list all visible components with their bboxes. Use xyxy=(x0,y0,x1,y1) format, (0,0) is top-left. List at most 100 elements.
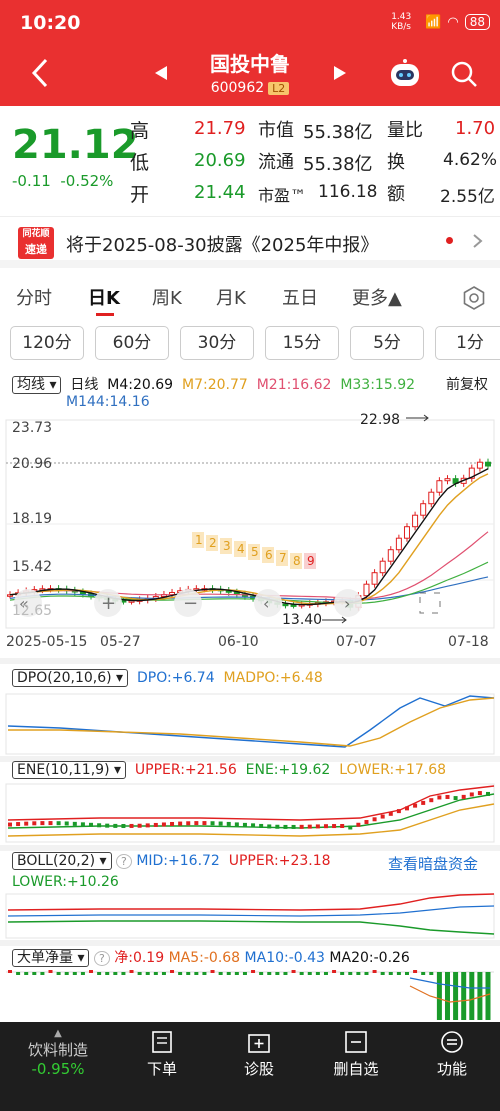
top-header: 10:20 1.43 KB/s 📶 ◠ 88 国投中鲁 600962 L2 xyxy=(0,0,500,106)
ene-candle xyxy=(48,821,53,826)
ene-candle xyxy=(80,822,85,827)
adjust-mode[interactable]: 前复权 xyxy=(446,374,488,394)
unread-dot-icon xyxy=(446,237,453,244)
boll-selector[interactable]: BOLL(20,2) ▾ xyxy=(12,852,112,870)
settings-icon[interactable] xyxy=(462,286,486,310)
tab-30min[interactable]: 30分 xyxy=(180,326,254,360)
bigorder-bar xyxy=(364,972,369,975)
last-price: 21.12 xyxy=(12,122,139,168)
ene-candle xyxy=(170,821,175,826)
wifi-icon: ◠ xyxy=(447,14,459,30)
bigorder-bar xyxy=(259,972,264,975)
search-icon[interactable] xyxy=(450,60,478,88)
order-label: 下单 xyxy=(146,1060,177,1078)
dark-pool-link[interactable]: 查看暗盘资金 xyxy=(388,853,478,874)
bigorder-chart[interactable] xyxy=(0,966,500,1022)
ene-candle xyxy=(24,821,29,826)
tab-120min[interactable]: 120分 xyxy=(10,326,84,360)
candle-body xyxy=(428,491,435,505)
ma21-line xyxy=(9,531,489,600)
nine-seq-number: 3 xyxy=(223,539,231,553)
ma-selector[interactable]: 均线 ▾ xyxy=(12,376,62,394)
chevron-right-icon xyxy=(473,234,483,248)
boll-chart[interactable] xyxy=(0,892,500,940)
diagnose-button[interactable]: 诊股 xyxy=(219,1030,299,1079)
order-button[interactable]: 下单 xyxy=(122,1030,202,1079)
bigorder-bar xyxy=(170,970,175,973)
boll-upper-value: UPPER:+23.18 xyxy=(228,853,331,869)
candle-body xyxy=(412,514,419,528)
tab-more[interactable]: 更多▲ xyxy=(352,284,402,310)
bigorder-bar xyxy=(16,972,21,975)
nine-seq-number: 7 xyxy=(279,551,287,565)
ene-candle xyxy=(340,824,345,829)
mcap-label: 市值 xyxy=(258,120,294,141)
medkit-icon xyxy=(248,1034,270,1053)
candle-body xyxy=(395,537,402,551)
functions-button[interactable]: 功能 xyxy=(412,1030,492,1079)
sector-change: -0.95% xyxy=(31,1060,85,1078)
tab-five-day[interactable]: 五日 xyxy=(282,284,318,310)
stock-code-row: 600962 L2 xyxy=(0,80,500,96)
tab-1min[interactable]: 1分 xyxy=(435,326,500,360)
amount-value: 2.55亿 xyxy=(440,187,495,207)
status-time: 10:20 xyxy=(20,12,81,34)
functions-label: 功能 xyxy=(436,1060,467,1078)
y-tick: 12.65 xyxy=(12,603,53,619)
tab-15min[interactable]: 15分 xyxy=(265,326,339,360)
quote-panel: 21.12 -0.11 -0.52% 高 21.79 低 20.69 开 21.… xyxy=(0,106,500,216)
robot-assistant-icon[interactable] xyxy=(388,58,422,88)
help-icon[interactable]: ? xyxy=(93,951,110,966)
next-stock-icon[interactable] xyxy=(334,66,346,80)
boll-lower-line xyxy=(7,920,495,935)
help-icon[interactable]: ? xyxy=(116,854,132,869)
tab-monthly-k[interactable]: 月K xyxy=(216,284,246,310)
nine-seq-number: 2 xyxy=(209,536,217,550)
ene-candle xyxy=(161,822,166,827)
bigorder-bar xyxy=(186,972,191,975)
dpo-chart[interactable] xyxy=(0,692,500,756)
ma-selector-label: 均线 xyxy=(17,377,45,393)
candle-body xyxy=(476,461,483,469)
turnover-label: 换 xyxy=(387,152,405,173)
bigorder-bar xyxy=(323,972,328,975)
signal-icon: 📶 xyxy=(425,14,442,30)
ene-candle xyxy=(40,821,45,826)
tab-timeshare[interactable]: 分时 xyxy=(16,284,52,310)
ene-lower-value: LOWER:+17.68 xyxy=(339,762,447,778)
ene-candle xyxy=(396,809,401,814)
bigorder-bar xyxy=(396,972,401,975)
bigorder-bar xyxy=(218,972,223,975)
x-tick: 06-10 xyxy=(218,634,259,650)
kline-chart[interactable]: 123456789 « + − ‹ › xyxy=(0,414,500,630)
bigorder-bar xyxy=(275,972,280,975)
bigorder-selector[interactable]: 大单净量 ▾ xyxy=(12,949,90,967)
ene-candle xyxy=(380,814,385,819)
nine-seq-number: 1 xyxy=(195,533,203,547)
ene-chart[interactable] xyxy=(0,782,500,844)
tab-5min[interactable]: 5分 xyxy=(350,326,424,360)
tab-weekly-k[interactable]: 周K xyxy=(152,284,182,310)
dpo-selector[interactable]: DPO(20,10,6) ▾ xyxy=(12,669,129,687)
mcap-value: 55.38亿 xyxy=(303,122,373,143)
active-tab-indicator xyxy=(96,313,114,316)
bigorder-bar xyxy=(372,970,377,973)
bigorder-bar xyxy=(461,972,467,1020)
bigorder-bar xyxy=(89,970,94,973)
tab-60min[interactable]: 60分 xyxy=(95,326,169,360)
divider xyxy=(0,658,500,664)
bigorder-bar xyxy=(348,972,353,975)
sector-info[interactable]: ▲ 饮料制造 -0.95% xyxy=(10,1028,106,1078)
bigorder-bar xyxy=(283,972,288,975)
logo-top-text: 同花顺 xyxy=(22,229,50,239)
bigorder-ma10-value: MA10:-0.43 xyxy=(244,950,325,966)
pe-label: 市盈™ xyxy=(258,186,307,205)
ene-selector[interactable]: ENE(10,11,9) ▾ xyxy=(12,761,127,779)
fullscreen-icon xyxy=(419,592,441,614)
remove-watchlist-button[interactable]: 删自选 xyxy=(316,1030,396,1079)
tab-daily-k[interactable]: 日K xyxy=(88,284,120,310)
ene-candle xyxy=(251,823,256,828)
bigorder-net-value: 净:0.19 xyxy=(114,950,165,966)
report-notice[interactable]: 同花顺 速递 将于2025-08-30披露《2025年中报》 xyxy=(0,216,500,268)
bigorder-bar xyxy=(145,972,150,975)
